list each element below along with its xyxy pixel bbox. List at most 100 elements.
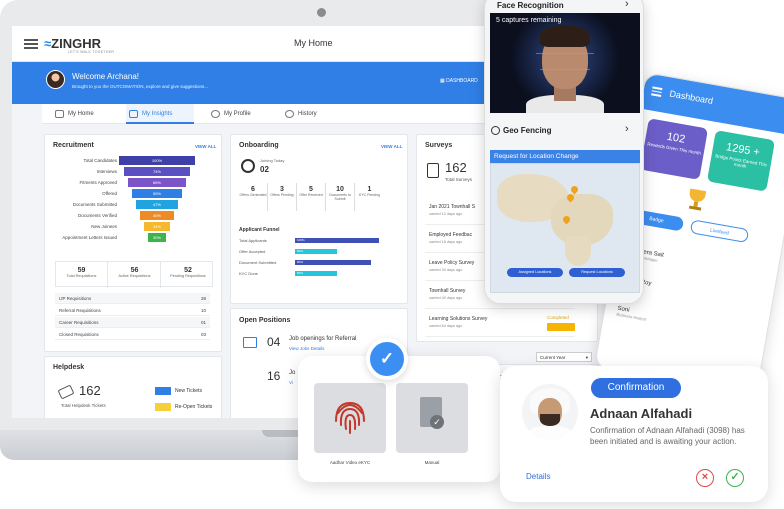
stat-active-requisitions[interactable]: 56 Active Requisitions <box>109 262 161 288</box>
requisition-row[interactable]: Career Requisitions 01 <box>55 317 210 328</box>
applicant-funnel-label: Offer Accepted <box>239 249 266 254</box>
applicant-funnel-bar[interactable]: 50% <box>295 271 337 276</box>
funnel-stage-label: Total Candidates <box>83 158 117 163</box>
recruitment-view-all[interactable]: VIEW ALL <box>195 144 216 149</box>
menu-icon[interactable] <box>24 39 38 49</box>
welcome-subtext: Brought to you the OUTCOMATION, explore … <box>72 84 208 89</box>
stat-pending-requisitions[interactable]: 52 Pending Requisitions <box>162 262 214 288</box>
scan-line <box>540 69 590 70</box>
employee-name: Adnaan Alfahadi <box>590 406 693 421</box>
fingerprint-icon <box>335 401 365 434</box>
survey-row[interactable]: Learning Solutions Survey carried 64 days… <box>425 311 575 337</box>
survey-status-pill[interactable] <box>547 323 575 331</box>
stat-offer-received[interactable]: 5 Offer Received <box>297 183 326 211</box>
face-recognition-title: Face Recognition <box>497 1 564 10</box>
assigned-locations-button[interactable]: Assigned Locations <box>507 268 563 277</box>
funnel-stage-bar[interactable]: 55% <box>132 189 182 198</box>
aadhar-ekyc-option[interactable] <box>314 383 386 453</box>
funnel-stage-bar[interactable]: 100% <box>119 156 195 165</box>
funnel-stage-bar[interactable]: 30% <box>148 233 166 242</box>
avatar-robe <box>528 426 572 440</box>
rewards-tile[interactable]: 102 Rewards Given This month <box>639 118 709 180</box>
avatar[interactable] <box>46 70 65 89</box>
open-positions-title: Open Positions <box>239 317 291 324</box>
chevron-down-icon: ▾ <box>585 355 588 360</box>
insights-icon <box>129 110 138 118</box>
app-logo[interactable]: ≈ZINGHR <box>44 36 101 51</box>
requisition-row[interactable]: Referral Requisitions 10 <box>55 305 210 316</box>
tab-my-profile[interactable]: My Profile <box>208 104 268 124</box>
dashboard-title: Dashboard <box>668 88 714 107</box>
open-positions-row-title: Job openings for Referral <box>289 336 357 342</box>
verified-check-icon: ✓ <box>366 338 408 380</box>
target-icon <box>241 159 255 173</box>
funnel-stage-label: New Joinees <box>91 224 117 229</box>
person-hair <box>540 25 590 47</box>
funnel-stage-bar[interactable]: 74% <box>124 167 190 176</box>
list-item[interactable]: Soni Business Analyst <box>616 306 648 322</box>
helpdesk-title: Helpdesk <box>53 364 85 371</box>
manual-label: Manual <box>424 460 440 465</box>
funnel-stage-label: Documents Verified <box>77 213 117 218</box>
tab-my-home[interactable]: My Home <box>52 104 112 124</box>
requisition-row[interactable]: Closed Requisitions 03 <box>55 329 210 340</box>
recruitment-card: Recruitment VIEW ALL Total Candidates 100… <box>44 134 222 352</box>
attendance-phone: Face Recognition › 5 captures remaining … <box>484 0 644 304</box>
request-locations-button[interactable]: Request Locations <box>569 268 625 277</box>
helpdesk-card: Helpdesk 162 Total Helpdesk Tickets New … <box>44 356 222 418</box>
requisition-row[interactable]: IJP Requisitions 38 <box>55 293 210 304</box>
menu-icon[interactable] <box>651 86 663 97</box>
mail-icon <box>243 337 257 348</box>
year-dropdown[interactable]: Current Year ▾ <box>536 352 592 362</box>
chevron-right-icon[interactable]: › <box>625 123 629 135</box>
stat-total-requisitions[interactable]: 59 Total Requisitions <box>56 262 108 288</box>
funnel-stage-bar[interactable]: 34% <box>144 222 170 231</box>
view-jobs-link[interactable]: View Jobs Details <box>289 346 324 351</box>
open-positions-count: 04 <box>267 335 281 349</box>
funnel-stage-bar[interactable]: 47% <box>136 200 178 209</box>
applicant-funnel-label: Total Applicants <box>239 238 267 243</box>
map-view[interactable]: Assigned Locations Request Locations <box>490 163 640 293</box>
tab-history[interactable]: History <box>282 104 338 124</box>
survey-status: Completed <box>547 315 569 320</box>
reject-button[interactable]: × <box>696 469 714 487</box>
accept-button[interactable]: ✓ <box>726 469 744 487</box>
tab-my-insights[interactable]: My Insights <box>126 104 194 124</box>
confirmation-message: Confirmation of Adnaan Alfahadi (3098) h… <box>590 426 745 446</box>
captures-remaining: 5 captures remaining <box>496 17 562 24</box>
dashboard-button[interactable]: ▦ DASHBOARD <box>440 78 478 84</box>
profile-icon <box>211 110 220 118</box>
applicant-funnel-label: KYC Done <box>239 271 258 276</box>
points-tile[interactable]: 1295 + Bridge Points Earned This month <box>706 130 776 192</box>
manual-kyc-option[interactable]: ✓ <box>396 383 468 453</box>
joining-today-value: 02 <box>260 165 269 174</box>
funnel-stage-label: Fitments Approved <box>79 180 117 185</box>
onboarding-stats: 6 Offers Generated 3 Offers Pending 5 Offer… <box>239 183 387 211</box>
open-positions-count-2: 16 <box>267 369 281 383</box>
recruitment-funnel: Total Candidates 100% Interviews 74% Fitment… <box>45 156 223 252</box>
legend-swatch-new <box>155 387 171 395</box>
stat-offers-generated[interactable]: 6 Offers Generated <box>239 183 268 211</box>
applicant-funnel-bar[interactable]: 50% <box>295 249 337 254</box>
details-link[interactable]: Details <box>526 472 550 481</box>
stat-offers-pending[interactable]: 3 Offers Pending <box>268 183 297 211</box>
applicant-funnel-bar[interactable]: 100% <box>295 238 379 243</box>
stat-documents-to-submit[interactable]: 10 Documents to Submit <box>326 183 355 211</box>
check-icon: ✓ <box>430 415 444 429</box>
funnel-stage-label: Offered <box>102 191 117 196</box>
funnel-stage-bar[interactable]: 66% <box>128 178 186 187</box>
logo-tagline: LET'S WALK TOGETHER <box>68 50 115 54</box>
onboarding-card: Onboarding VIEW ALL Joining Today 02 6 Of… <box>230 134 408 304</box>
livefeed-button[interactable]: Livefeed <box>689 219 750 244</box>
survey-icon <box>427 163 439 178</box>
chevron-right-icon[interactable]: › <box>625 0 629 10</box>
stat-kyc-pending[interactable]: 1 KYC Pending <box>355 183 384 211</box>
applicant-funnel-bar[interactable]: 90% <box>295 260 371 265</box>
view-jobs-link-2[interactable]: Vi <box>289 380 293 385</box>
onboarding-view-all[interactable]: VIEW ALL <box>381 144 402 149</box>
funnel-stage-label: Interviews <box>96 169 117 174</box>
avatar-beard <box>540 414 560 426</box>
funnel-stage-bar[interactable]: 40% <box>140 211 174 220</box>
page-title: My Home <box>294 38 333 48</box>
ticket-icon <box>57 384 75 400</box>
